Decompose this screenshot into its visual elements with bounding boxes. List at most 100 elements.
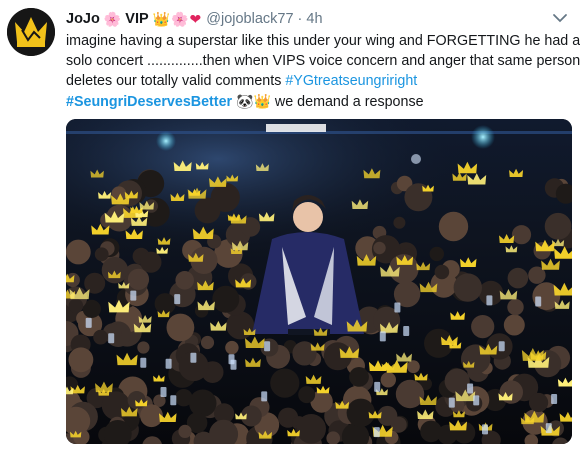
crowd-head [395, 379, 425, 409]
phone-screen [160, 387, 167, 397]
phone-screen [130, 290, 137, 301]
crowd-head [66, 239, 91, 265]
phone-screen [482, 424, 488, 435]
tweet[interactable]: JoJo 🌸 VIP 👑 🌸 ❤ @jojoblack77 · 4h imagi… [0, 0, 580, 456]
crowd-head [166, 313, 195, 342]
crowd-head [529, 392, 549, 413]
phone-screen [170, 395, 177, 406]
crowd-head [226, 311, 255, 340]
hashtag-link[interactable]: #SeungriDeservesBetter [66, 94, 232, 110]
crowd-head [380, 372, 396, 388]
crowd-head [296, 414, 326, 444]
crowd-head [444, 368, 470, 394]
phone-screen [165, 358, 172, 369]
crowd-head [137, 341, 150, 354]
crowd-head [434, 264, 450, 280]
crowd-head [507, 298, 524, 316]
crowd-head [127, 268, 150, 290]
crowd-head [346, 398, 375, 427]
crowd-head [292, 341, 317, 366]
phone-screen [535, 296, 542, 307]
heart-icon: ❤ [189, 11, 202, 27]
phone-screen [403, 326, 410, 336]
separator-dot: · [297, 11, 303, 27]
chevron-down-icon[interactable] [552, 12, 568, 24]
flower-icon: 🌸 [103, 11, 122, 27]
crowd-head [438, 211, 469, 242]
tweet-text-line: deletes our totally valid comments #YGtr… [66, 71, 566, 91]
crowd-head [175, 271, 194, 290]
phone-screen [228, 354, 235, 365]
hashtag-link[interactable]: #YGtreatseungriright [285, 73, 417, 89]
tweet-text-line: #SeungriDeservesBetter 🐼👑 we demand a re… [66, 92, 566, 112]
phone-screen [486, 295, 493, 306]
tweet-text-segment: we demand a response [270, 93, 424, 110]
phone-screen [264, 341, 271, 352]
phone-screen [394, 302, 401, 313]
phone-screen [498, 341, 505, 352]
crown-icon: 👑 [152, 11, 171, 27]
phone-screen [448, 397, 455, 408]
crowd-head [511, 225, 532, 245]
crowd-head [154, 293, 176, 315]
crowd-head [270, 368, 300, 398]
crowd-head [507, 267, 529, 289]
name-emojis: 🌸 VIP 👑 🌸 ❤ [104, 11, 201, 27]
phone-screen [174, 294, 181, 305]
flower-icon: 🌸 [171, 11, 189, 27]
crowd-head [373, 241, 386, 255]
crowd-head [393, 216, 406, 229]
crowd-head [175, 389, 193, 407]
phone-screen [190, 352, 197, 363]
crowd-head [84, 272, 106, 294]
crowd-head [429, 246, 444, 262]
name-suffix: VIP [125, 11, 149, 27]
phone-screen [261, 391, 268, 402]
phone-screen [473, 395, 480, 406]
crowd-head [471, 315, 495, 339]
phone-screen [545, 423, 552, 434]
crowd-head [503, 314, 525, 336]
crown-icon: 👑 [253, 92, 271, 109]
crowd-head [390, 416, 407, 433]
crowd-head [178, 424, 192, 438]
crowd-head [407, 360, 420, 374]
crown-logo-icon [7, 8, 55, 56]
crowd-head [225, 340, 239, 355]
display-name[interactable]: JoJo [66, 11, 100, 27]
crowd-head [194, 197, 221, 224]
phone-screen [551, 394, 558, 404]
crowd-head [68, 298, 84, 314]
avatar[interactable] [7, 8, 55, 56]
phone-screen [373, 427, 380, 438]
user-handle[interactable]: @jojoblack77 [206, 11, 293, 27]
crowd-head [298, 386, 316, 404]
crowd-head [212, 285, 240, 313]
phone-screen [140, 357, 147, 368]
tweet-header: JoJo 🌸 VIP 👑 🌸 ❤ @jojoblack77 · 4h [66, 9, 323, 29]
timestamp[interactable]: 4h [306, 11, 322, 27]
crowd-head [544, 212, 572, 240]
tweet-text-line: solo concert ..............then when VIP… [66, 53, 580, 70]
phone-screen [467, 383, 474, 394]
crowd-head [140, 251, 162, 273]
crowd-head [93, 329, 108, 345]
crowd-head [94, 247, 109, 262]
phone-screen [108, 333, 115, 344]
phone-screen [379, 331, 386, 342]
crowd-head [200, 335, 215, 350]
tweet-media-photo[interactable] [66, 119, 572, 444]
crowd-head [420, 420, 442, 443]
crowd-head [453, 273, 482, 302]
tweet-text-segment: deletes our totally valid comments [66, 73, 286, 90]
phone-screen [85, 317, 92, 328]
phone-screen [374, 381, 381, 392]
crowd-head [349, 367, 369, 387]
panda-icon: 🐼 [236, 92, 254, 109]
crowd-head [127, 391, 146, 410]
concert-photo [66, 119, 572, 444]
crowd-head [189, 389, 217, 417]
crowd-head [68, 347, 94, 373]
crowd-head [101, 257, 129, 284]
tweet-text: imagine having a superstar like this und… [66, 31, 580, 112]
